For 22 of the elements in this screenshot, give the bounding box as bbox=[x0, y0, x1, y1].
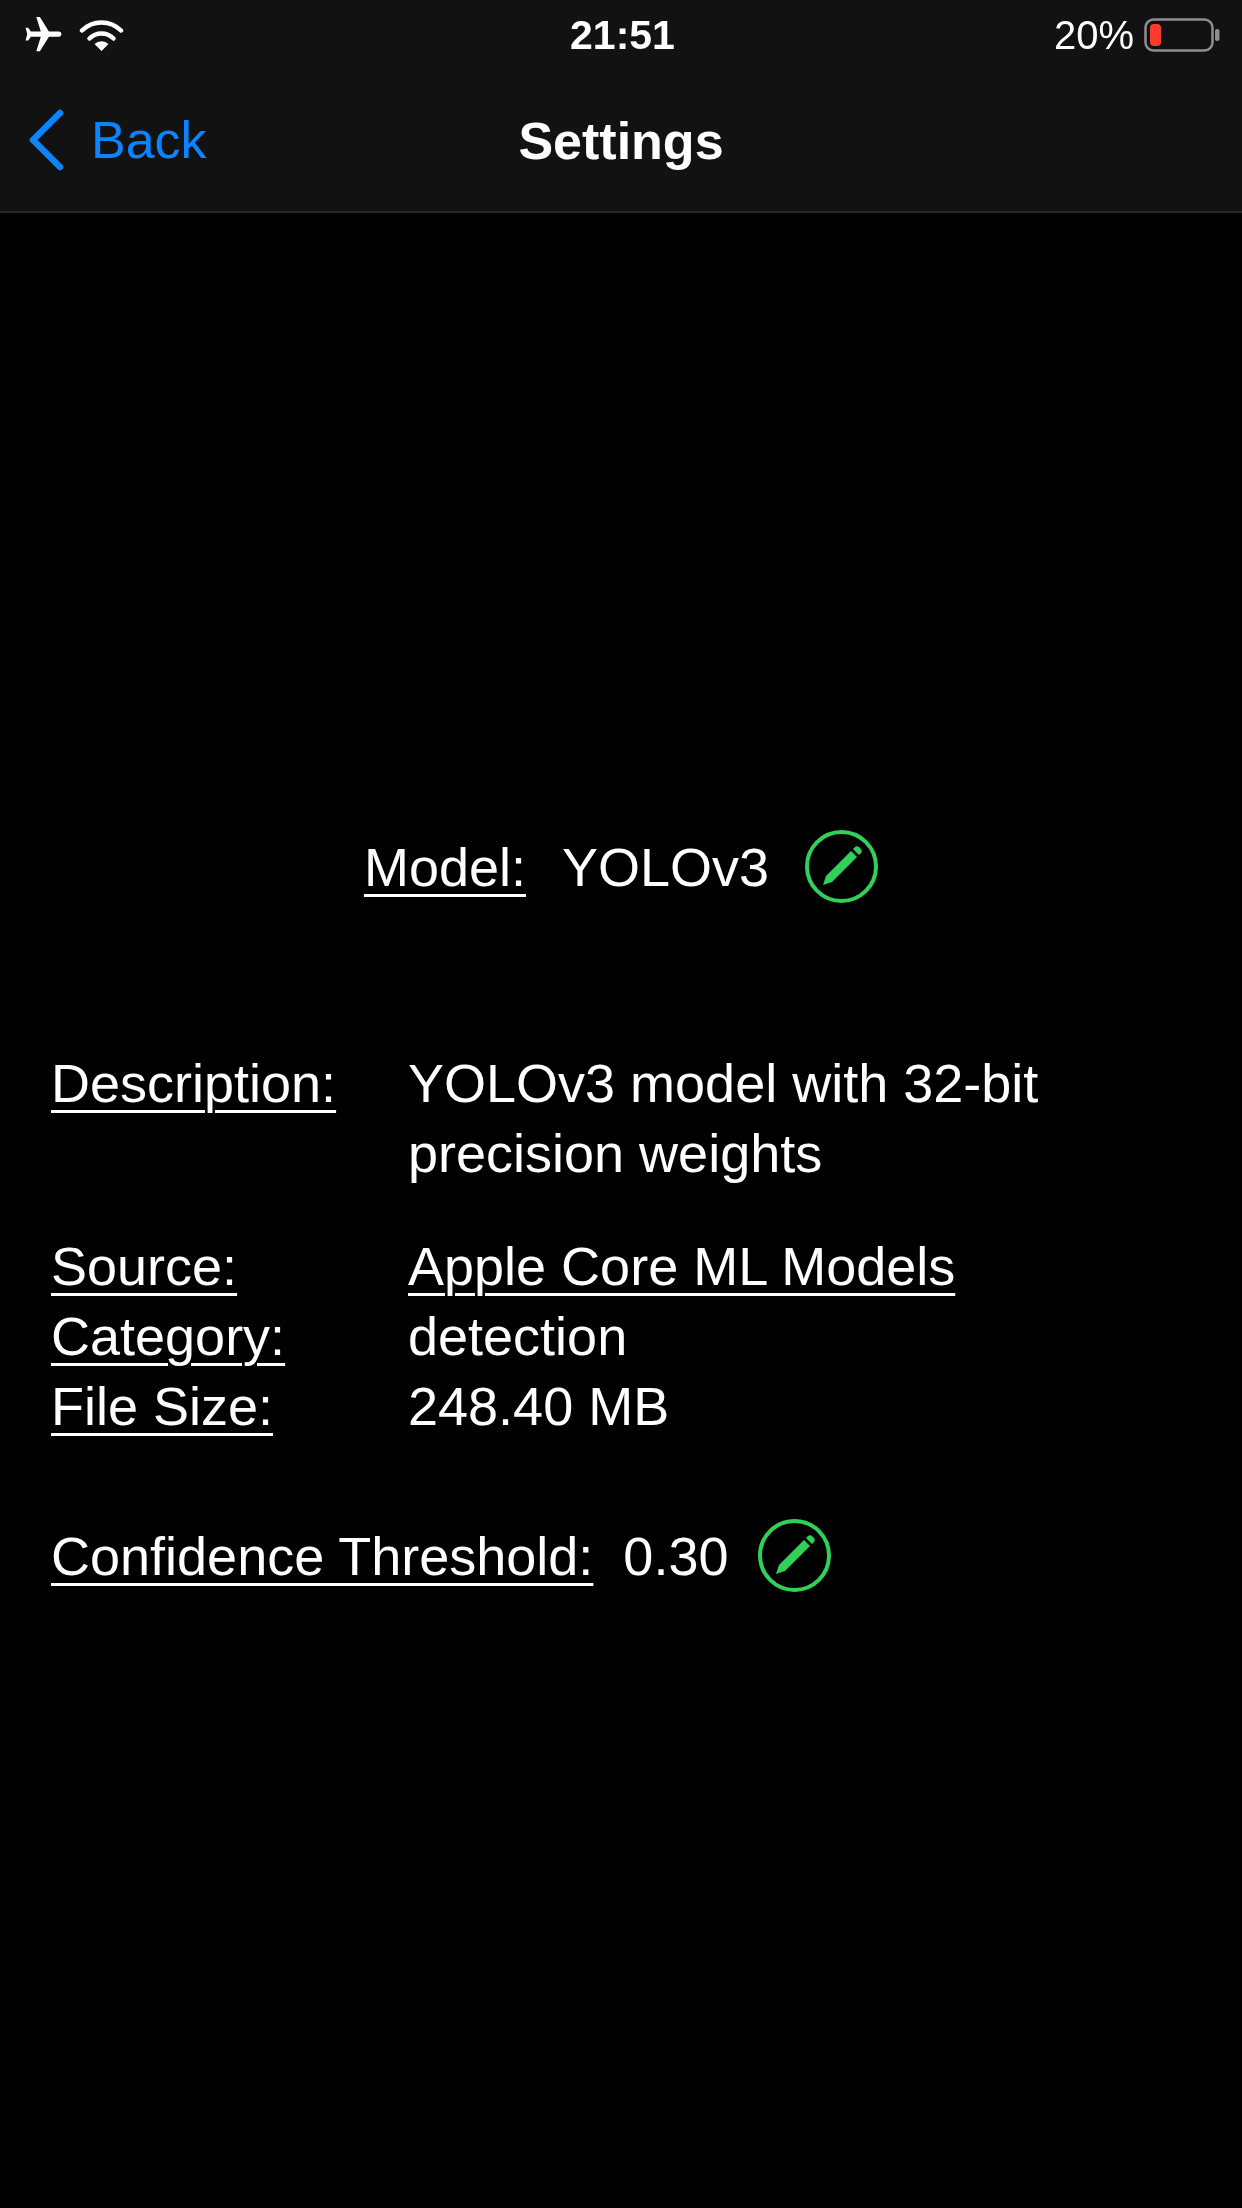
status-time: 21:51 bbox=[570, 11, 675, 59]
detail-label: File Size: bbox=[51, 1375, 274, 1438]
model-label: Model: bbox=[363, 835, 526, 898]
wifi-icon bbox=[79, 18, 124, 52]
detail-label: Category: bbox=[51, 1305, 286, 1368]
source-link[interactable]: Apple Core ML Models bbox=[408, 1231, 956, 1301]
detail-value: detection bbox=[408, 1305, 628, 1368]
battery-icon bbox=[1144, 18, 1220, 52]
detail-value: 248.40 MB bbox=[408, 1375, 670, 1438]
model-value: YOLOv3 bbox=[562, 835, 770, 898]
confidence-value: 0.30 bbox=[623, 1524, 729, 1587]
battery-percent: 20% bbox=[1053, 12, 1134, 58]
detail-label: Description: bbox=[51, 1052, 337, 1115]
pencil-icon[interactable] bbox=[758, 1519, 832, 1592]
detail-value: YOLOv3 model with 32-bit precision weights bbox=[408, 1052, 1040, 1185]
nav-title: Settings bbox=[518, 110, 724, 171]
back-button[interactable]: Back bbox=[28, 109, 207, 172]
chevron-left-icon bbox=[28, 109, 65, 172]
detail-label: Source: bbox=[51, 1235, 238, 1298]
pencil-icon[interactable] bbox=[805, 830, 879, 903]
airplane-mode-icon bbox=[25, 17, 62, 53]
confidence-label: Confidence Threshold: bbox=[51, 1524, 594, 1587]
